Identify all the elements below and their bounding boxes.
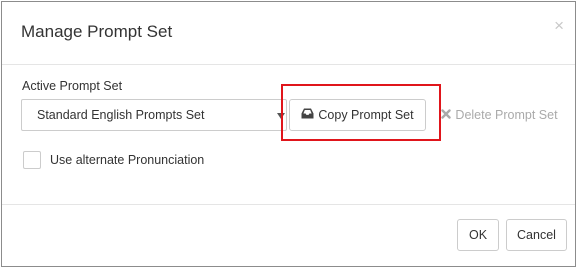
copy-prompt-set-button[interactable]: Copy Prompt Set	[289, 99, 426, 131]
dialog-title: Manage Prompt Set	[21, 22, 173, 41]
active-prompt-set-value: Standard English Prompts Set	[37, 108, 205, 122]
close-icon[interactable]: ×	[554, 17, 564, 34]
dialog-body: Active Prompt Set Standard English Promp…	[2, 65, 575, 204]
ok-button[interactable]: OK	[457, 219, 499, 251]
ok-label: OK	[468, 228, 488, 242]
manage-prompt-set-dialog: Manage Prompt Set × Active Prompt Set St…	[1, 1, 576, 267]
cancel-button[interactable]: Cancel	[506, 219, 567, 251]
alternate-pronunciation-checkbox[interactable]	[23, 151, 41, 169]
delete-prompt-set-button[interactable]: Delete Prompt Set	[433, 99, 566, 131]
dialog-footer: OK Cancel	[2, 204, 575, 267]
copy-prompt-set-label: Copy Prompt Set	[318, 108, 414, 122]
times-icon	[441, 108, 452, 122]
dialog-header: Manage Prompt Set ×	[2, 2, 575, 65]
delete-prompt-set-label: Delete Prompt Set	[455, 108, 558, 122]
inbox-icon	[301, 108, 314, 122]
active-prompt-set-label: Active Prompt Set	[22, 79, 123, 93]
alternate-pronunciation-label: Use alternate Pronunciation	[50, 153, 205, 167]
active-prompt-set-select[interactable]: Standard English Prompts Set	[21, 99, 287, 131]
caret-down-icon	[277, 113, 285, 119]
cancel-label: Cancel	[517, 228, 556, 242]
